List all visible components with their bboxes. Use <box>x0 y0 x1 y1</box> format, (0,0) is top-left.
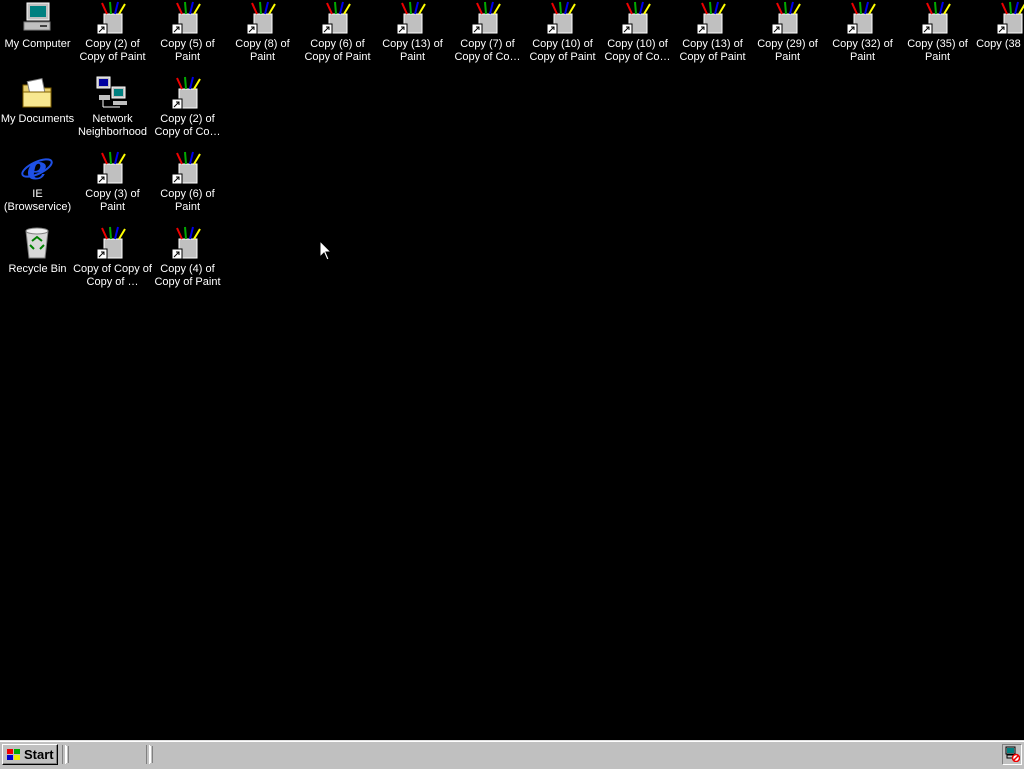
desktop-icon-paint-shortcut[interactable]: Copy (8) of Paint <box>225 0 300 70</box>
desktop-icon-label: Network Neighborhood <box>77 113 148 138</box>
desktop-icon-label: Copy (38 Paint <box>976 38 1024 50</box>
desktop-icon-label: Copy (10) of Copy of Co… <box>604 38 671 63</box>
start-label: Start <box>24 747 54 762</box>
desktop-icon-label: Copy (10) of Copy of Paint <box>529 38 596 63</box>
desktop-icon-recycle-bin[interactable]: Recycle Bin <box>0 225 75 295</box>
desktop-icon-paint-shortcut[interactable]: Copy (10) of Copy of Paint <box>525 0 600 70</box>
desktop-icon-label: Copy (6) of Copy of Paint <box>304 38 371 63</box>
my-documents-icon <box>20 75 54 111</box>
desktop-icon-paint-shortcut[interactable]: Copy (6) of Paint <box>150 150 225 220</box>
desktop-icon-paint-shortcut[interactable]: Copy (7) of Copy of Co… <box>450 0 525 70</box>
desktop-icon-paint-shortcut[interactable]: Copy (13) of Paint <box>375 0 450 70</box>
desktop[interactable]: My Computer Copy (2) of Copy of Paint Co… <box>0 0 1024 740</box>
paint-shortcut-icon <box>320 0 354 36</box>
paint-shortcut-icon <box>95 225 129 261</box>
desktop-icon-paint-shortcut[interactable]: Copy (32) of Paint <box>825 0 900 70</box>
quick-launch-grip[interactable] <box>66 746 69 763</box>
paint-shortcut-icon <box>920 0 954 36</box>
paint-shortcut-icon <box>170 75 204 111</box>
paint-shortcut-icon <box>170 225 204 261</box>
desktop-icon-paint-shortcut[interactable]: Copy (29) of Paint <box>750 0 825 70</box>
desktop-icon-network-neighborhood[interactable]: Network Neighborhood <box>75 75 150 145</box>
desktop-icon-label: Copy (8) of Paint <box>235 38 290 63</box>
desktop-icon-label: Copy (6) of Paint <box>160 188 215 213</box>
desktop-icon-label: Copy (35) of Paint <box>907 38 968 63</box>
desktop-icon-label: My Computer <box>4 38 71 50</box>
desktop-icon-my-documents[interactable]: My Documents <box>0 75 75 145</box>
desktop-icon-label: Copy (2) of Copy of Co… <box>154 113 221 138</box>
desktop-icon-label: Copy (29) of Paint <box>757 38 818 63</box>
desktop-icon-internet-explorer[interactable]: e IE (Browservice) <box>0 150 75 220</box>
desktop-icon-label: Copy (7) of Copy of Co… <box>454 38 521 63</box>
desktop-icon-label: Copy (13) of Paint <box>382 38 443 63</box>
paint-shortcut-icon <box>845 0 879 36</box>
desktop-icon-paint-shortcut[interactable]: Copy (3) of Paint <box>75 150 150 220</box>
desktop-icon-paint-shortcut[interactable]: Copy (4) of Copy of Paint <box>150 225 225 295</box>
system-tray <box>1002 744 1022 765</box>
desktop-icon-paint-shortcut[interactable]: Copy (10) of Copy of Co… <box>600 0 675 70</box>
paint-shortcut-icon <box>770 0 804 36</box>
paint-shortcut-icon <box>170 150 204 186</box>
paint-shortcut-icon <box>470 0 504 36</box>
desktop-icon-label: Copy (13) of Copy of Paint <box>679 38 746 63</box>
task-area-grip[interactable] <box>150 746 153 763</box>
desktop-icon-paint-shortcut[interactable]: Copy (2) of Copy of Co… <box>150 75 225 145</box>
desktop-icon-paint-shortcut[interactable]: Copy (38 Paint <box>975 0 1024 70</box>
desktop-icon-label: Copy (4) of Copy of Paint <box>154 263 221 288</box>
desktop-icon-label: My Documents <box>0 113 75 125</box>
taskbar: Start <box>0 740 1024 769</box>
windows-flag-icon <box>6 748 22 762</box>
paint-shortcut-icon <box>995 0 1024 36</box>
desktop-icon-label: Copy (5) of Paint <box>160 38 215 63</box>
recycle-bin-icon <box>20 225 54 261</box>
paint-shortcut-icon <box>545 0 579 36</box>
paint-shortcut-icon <box>95 150 129 186</box>
desktop-icon-my-computer[interactable]: My Computer <box>0 0 75 70</box>
desktop-icon-paint-shortcut[interactable]: Copy of Copy of Copy of … <box>73 225 152 295</box>
desktop-icon-paint-shortcut[interactable]: Copy (6) of Copy of Paint <box>300 0 375 70</box>
desktop-icon-paint-shortcut[interactable]: Copy (2) of Copy of Paint <box>75 0 150 70</box>
start-button[interactable]: Start <box>2 744 58 765</box>
desktop-icon-label: IE (Browservice) <box>3 188 72 213</box>
desktop-icon-label: Copy (32) of Paint <box>832 38 893 63</box>
paint-shortcut-icon <box>170 0 204 36</box>
desktop-icon-label: Copy of Copy of Copy of … <box>73 263 152 288</box>
paint-shortcut-icon <box>95 0 129 36</box>
paint-shortcut-icon <box>695 0 729 36</box>
paint-shortcut-icon <box>620 0 654 36</box>
paint-shortcut-icon <box>245 0 279 36</box>
desktop-icon-label: Recycle Bin <box>8 263 67 275</box>
paint-shortcut-icon <box>395 0 429 36</box>
internet-explorer-icon: e <box>20 150 54 186</box>
my-computer-icon <box>20 0 54 36</box>
network-neighborhood-icon <box>95 75 129 111</box>
desktop-icon-paint-shortcut[interactable]: Copy (13) of Copy of Paint <box>675 0 750 70</box>
desktop-icon-label: Copy (3) of Paint <box>85 188 140 213</box>
network-status-icon[interactable] <box>1004 746 1021 767</box>
desktop-icon-label: Copy (2) of Copy of Paint <box>79 38 146 63</box>
mouse-cursor-icon <box>319 239 333 261</box>
svg-text:e: e <box>27 150 47 186</box>
desktop-icon-paint-shortcut[interactable]: Copy (35) of Paint <box>900 0 975 70</box>
desktop-icon-paint-shortcut[interactable]: Copy (5) of Paint <box>150 0 225 70</box>
